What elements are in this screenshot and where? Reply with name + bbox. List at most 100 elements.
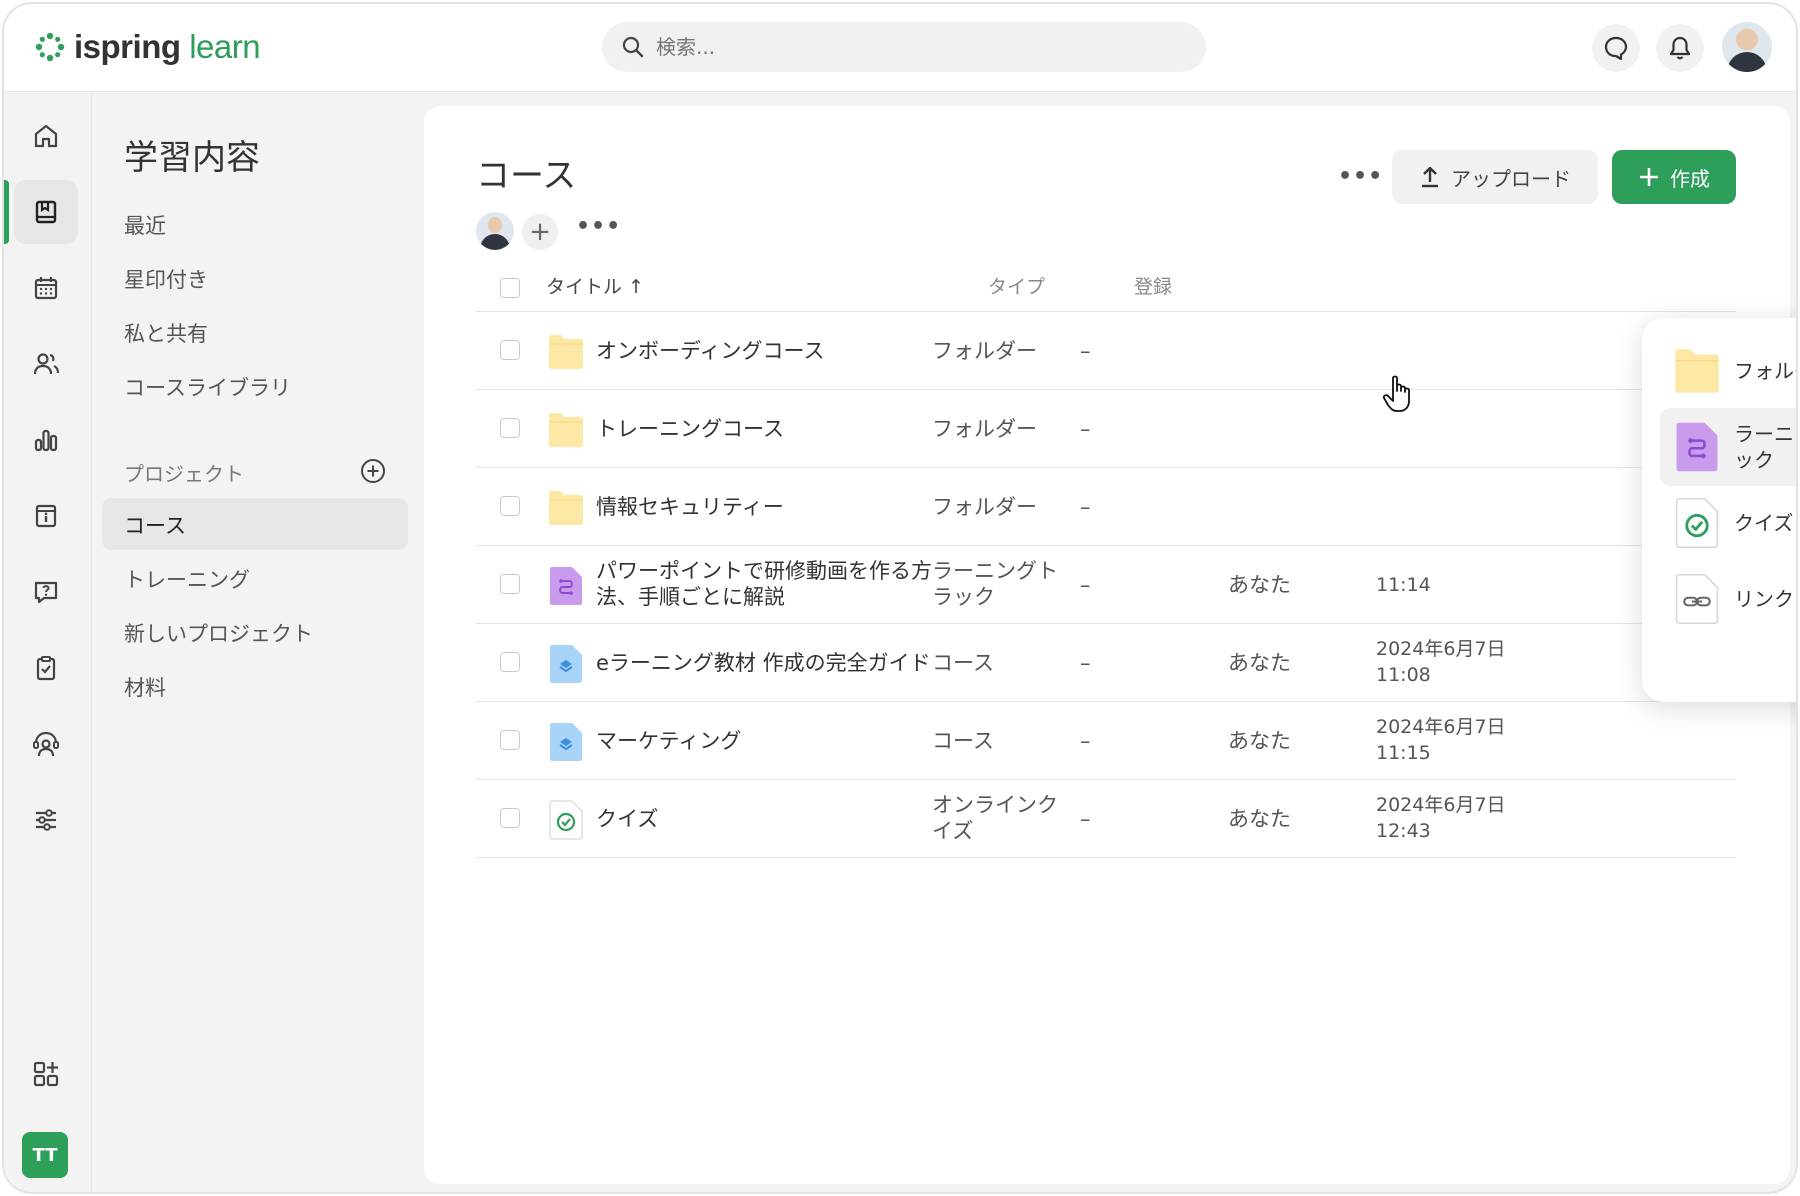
upload-button[interactable]: アップロード [1392,150,1598,204]
row-type: フォルダー [932,495,1037,519]
table-row[interactable]: トレーニングコース フォルダー – [476,390,1736,468]
row-checkbox[interactable] [500,652,520,672]
column-enrolled[interactable]: 登録 [1134,272,1172,299]
create-menu-item-folder[interactable]: フォルダー [1660,332,1796,410]
row-title[interactable]: マーケティング [596,728,741,754]
row-type: ラーニングト ラック [932,559,1058,609]
add-project-icon[interactable] [360,458,386,484]
rail-calendar[interactable] [14,256,78,320]
chat-button[interactable] [1592,24,1640,72]
table-row[interactable]: 情報セキュリティー フォルダー – [476,468,1736,546]
rail-events[interactable] [14,484,78,548]
project-member-avatar[interactable] [476,212,514,250]
search-bar[interactable] [602,22,1206,72]
column-type[interactable]: タイプ [988,272,1045,299]
logo-text: ispring learn [74,28,261,65]
page-more-button[interactable]: ••• [1338,164,1383,189]
chat-icon [1604,36,1628,61]
row-title[interactable]: パワーポイントで研修動画を作る方 法、手順ごとに解説 [596,558,932,610]
nav-title: 学習内容 [124,138,260,178]
row-owner: あなた [1228,729,1291,753]
quiz-icon [548,800,584,840]
row-checkbox[interactable] [500,418,520,438]
plus-icon [1640,168,1658,186]
column-title[interactable]: タイトル ↑ [546,272,644,299]
row-type: コース [932,729,994,753]
rail-reports[interactable] [14,408,78,472]
table-row[interactable]: パワーポイントで研修動画を作る方 法、手順ごとに解説 ラーニングト ラック – あな… [476,546,1736,624]
nav-project-courses[interactable]: コース [124,510,186,540]
row-type: フォルダー [932,339,1037,363]
course-icon [548,722,584,761]
table-row[interactable]: オンボーディングコース フォルダー – [476,312,1736,390]
row-checkbox[interactable] [500,730,520,750]
row-checkbox[interactable] [500,574,520,594]
nav-project-new[interactable]: 新しいプロジェクト [124,618,313,648]
hand-cursor-icon [1382,375,1410,412]
course-icon [548,644,584,683]
rail-home[interactable] [14,104,78,168]
clipboard-check-icon [36,656,56,681]
user-avatar[interactable] [1722,22,1772,72]
search-icon [622,36,644,58]
apps-add-icon [33,1061,59,1087]
row-title[interactable]: クイズ [596,806,658,832]
row-checkbox[interactable] [500,340,520,360]
create-menu-item-link[interactable]: リンク [1660,560,1796,638]
nav-course-library[interactable]: コースライブラリ [124,372,291,402]
row-enrolled: – [1080,807,1091,831]
nav-project-materials[interactable]: 材料 [124,672,166,702]
row-title[interactable]: オンボーディングコース [596,338,824,364]
row-enrolled: – [1080,651,1091,675]
row-type: フォルダー [932,417,1037,441]
notifications-button[interactable] [1656,24,1704,72]
nav-starred[interactable]: 星印付き [124,264,208,294]
user-initials-avatar[interactable]: TT [22,1132,68,1178]
rail-users[interactable] [14,332,78,396]
ispring-logo[interactable]: ispring learn [34,22,261,72]
plus-icon: + [529,217,551,247]
add-member-button[interactable]: + [522,214,558,250]
row-checkbox[interactable] [500,808,520,828]
create-label: 作成 [1670,166,1710,191]
content-card: コース + ••• ••• アップロード 作成 タイトル ↑ タイプ 登録 オン… [424,106,1796,1184]
create-button[interactable]: 作成 [1612,150,1736,204]
quiz-icon [1674,497,1720,549]
home-icon [34,124,58,148]
select-all-checkbox[interactable] [500,278,520,298]
row-checkbox[interactable] [500,496,520,516]
search-input[interactable] [656,35,1156,59]
create-menu-item-quiz[interactable]: クイズ [1660,484,1796,562]
row-owner: あなた [1228,807,1291,831]
nav-project-training[interactable]: トレーニング [124,564,250,594]
rail-support[interactable] [14,712,78,776]
row-modified: 2024年6月7日 11:15 [1376,716,1506,764]
rail-apps[interactable] [14,1042,78,1106]
page-title: コース [476,156,577,196]
track-icon [1674,421,1720,473]
row-owner: あなた [1228,651,1291,675]
table-row[interactable]: マーケティング コース – あなた 2024年6月7日 11:15 [476,702,1736,780]
folder-icon [1674,345,1720,397]
row-modified: 2024年6月7日 11:08 [1376,638,1506,686]
folder-icon [548,488,584,525]
left-rail: TT [4,92,92,1192]
link-icon [1674,573,1720,625]
row-type: オンラインク イズ [932,793,1058,843]
nav-shared-with-me[interactable]: 私と共有 [124,318,208,348]
rail-settings[interactable] [14,788,78,852]
row-title[interactable]: 情報セキュリティー [596,494,784,520]
row-modified: 2024年6月7日 12:43 [1376,794,1506,842]
table-row[interactable]: クイズ オンラインク イズ – あなた 2024年6月7日 12:43 [476,780,1736,858]
row-title[interactable]: eラーニング教材 作成の完全ガイド [596,650,931,676]
row-owner: あなた [1228,573,1291,597]
create-menu-item-track[interactable]: ラーニングトラック [1660,408,1796,486]
table-row[interactable]: eラーニング教材 作成の完全ガイド コース – あなた 2024年6月7日 11:… [476,624,1736,702]
rail-learning-content[interactable] [14,180,78,244]
rail-assignments[interactable] [14,636,78,700]
project-more-button[interactable]: ••• [576,214,621,239]
row-enrolled: – [1080,729,1091,753]
row-title[interactable]: トレーニングコース [596,416,784,442]
rail-questions[interactable] [14,560,78,624]
nav-recent[interactable]: 最近 [124,210,166,240]
